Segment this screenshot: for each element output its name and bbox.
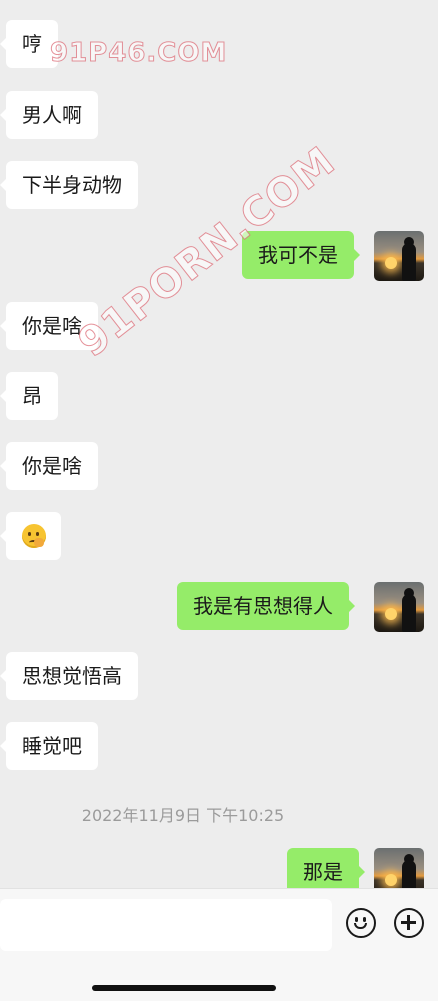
message-incoming[interactable]: 你是啥 <box>0 442 98 490</box>
message-incoming[interactable]: 睡觉吧 <box>0 722 98 770</box>
message-incoming[interactable]: 下半身动物 <box>0 161 138 209</box>
message-outgoing[interactable]: 我是有思想得人 <box>177 582 355 630</box>
thinking-face-emoji-icon <box>22 524 46 548</box>
message-input[interactable] <box>0 899 332 951</box>
user-avatar[interactable] <box>374 848 424 888</box>
user-avatar[interactable] <box>374 582 424 632</box>
user-avatar[interactable] <box>374 231 424 281</box>
message-outgoing[interactable]: 那是 <box>287 848 365 888</box>
message-incoming[interactable]: 哼 <box>0 20 58 68</box>
message-outgoing[interactable]: 我可不是 <box>242 231 360 279</box>
message-timestamp: 2022年11月9日 下午10:25 <box>81 806 285 825</box>
message-incoming-emoji[interactable] <box>0 512 61 560</box>
watermark-text: 91P46.COM <box>49 38 228 69</box>
plus-circle-icon[interactable] <box>394 908 424 938</box>
message-incoming[interactable]: 男人啊 <box>0 91 98 139</box>
home-indicator <box>92 985 276 991</box>
message-incoming[interactable]: 思想觉悟高 <box>0 652 138 700</box>
message-incoming[interactable]: 昂 <box>0 372 58 420</box>
chat-area[interactable]: 哼 男人啊 下半身动物 我可不是 你是啥 昂 你是啥 我是有思想得人 思想觉悟高… <box>0 0 438 888</box>
smiley-icon[interactable] <box>346 908 376 938</box>
message-incoming[interactable]: 你是啥 <box>0 302 98 350</box>
